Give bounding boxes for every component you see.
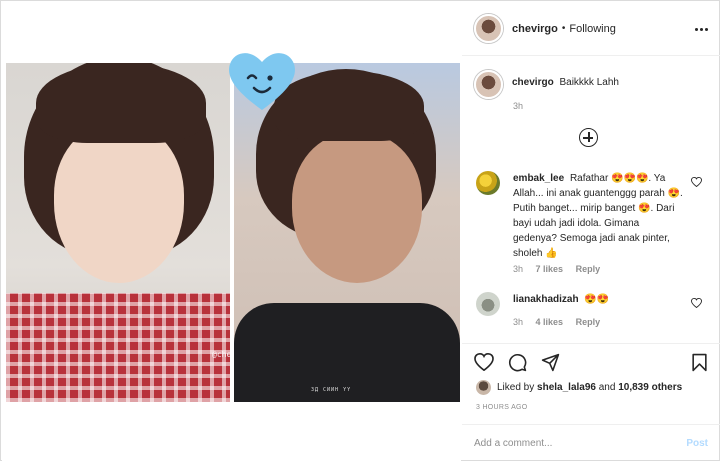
caption-username[interactable]: chevirgo	[512, 77, 554, 88]
comment-avatar[interactable]	[476, 171, 500, 195]
more-options-icon[interactable]	[693, 23, 708, 34]
comment-time: 3h	[513, 264, 524, 274]
checkered-shirt	[6, 293, 230, 402]
liker-avatar[interactable]	[476, 380, 491, 395]
caption: chevirgo Baikkkk Lahh	[474, 70, 619, 99]
comment-input[interactable]	[474, 438, 687, 449]
paper-plane-icon[interactable]	[541, 353, 560, 372]
comment-text: Rafathar 😍😍😍. Ya Allah... ini anak guant…	[513, 173, 683, 259]
watermark: @chevirgo	[212, 350, 230, 359]
post-button[interactable]: Post	[686, 438, 708, 449]
caption-text: Baikkkk Lahh	[559, 77, 619, 88]
comment-avatar[interactable]	[476, 292, 500, 316]
post-actions: Liked by shela_lala96 and 10,839 others …	[462, 343, 720, 462]
comment-likes[interactable]: 4 likes	[536, 317, 564, 327]
comment-username[interactable]: embak_lee	[513, 173, 564, 184]
reply-button[interactable]: Reply	[576, 264, 601, 274]
avatar[interactable]	[474, 14, 503, 43]
heart-icon[interactable]	[691, 177, 702, 187]
heart-icon[interactable]	[474, 353, 494, 371]
bookmark-icon[interactable]	[691, 353, 708, 372]
video-caption: ЗД СИИН ҮҮ	[311, 387, 352, 393]
add-comment-bar: Post	[462, 424, 720, 462]
comment-username[interactable]: lianakhadizah	[513, 294, 579, 305]
likes-summary: Liked by shela_lala96 and 10,839 others	[476, 380, 682, 395]
comment-item: embak_lee Rafathar 😍😍😍. Ya Allah... ini …	[474, 171, 710, 281]
comment-item: lianakhadizah 😍😍 3h 4 likes Reply	[474, 292, 710, 332]
likes-count[interactable]: 10,839 others	[618, 382, 682, 393]
reply-button[interactable]: Reply	[576, 317, 601, 327]
heart-sticker-icon	[229, 53, 295, 110]
caption-avatar[interactable]	[474, 70, 503, 99]
liked-and-label: and	[598, 382, 616, 393]
caption-time: 3h	[513, 101, 524, 111]
post-sidebar: chevirgo • Following chevirgo Baikkkk La…	[462, 2, 720, 461]
comment-time: 3h	[513, 317, 524, 327]
liked-by-user[interactable]: shela_lala96	[537, 382, 596, 393]
separator-dot: •	[561, 23, 566, 34]
comment-likes[interactable]: 7 likes	[536, 264, 564, 274]
comment-icon[interactable]	[508, 353, 527, 372]
header-username[interactable]: chevirgo	[512, 23, 558, 35]
heart-icon[interactable]	[691, 298, 702, 308]
comment-text: 😍😍	[584, 294, 610, 305]
plus-circle-icon[interactable]	[579, 128, 598, 147]
post-media[interactable]: @chevirgo ЗД СИИН ҮҮ	[2, 2, 461, 461]
post-header: chevirgo • Following	[462, 2, 720, 56]
follow-status[interactable]: Following	[569, 23, 615, 35]
liked-by-label: Liked by	[497, 382, 535, 393]
photo-left-child: @chevirgo	[6, 63, 230, 402]
post-time[interactable]: 3 HOURS AGO	[476, 404, 528, 411]
post-dialog: @chevirgo ЗД СИИН ҮҮ chevirgo • Followin…	[0, 0, 720, 461]
